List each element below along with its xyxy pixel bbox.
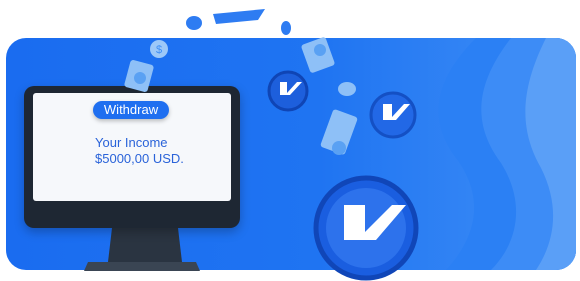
monitor: Withdraw Your Income $5000,00 USD. bbox=[24, 86, 240, 228]
income-value: $5000,00 USD. bbox=[95, 151, 184, 166]
monitor-screen: Withdraw Your Income $5000,00 USD. bbox=[33, 93, 231, 201]
withdraw-button[interactable]: Withdraw bbox=[93, 101, 169, 119]
coin-small-icon bbox=[186, 16, 202, 30]
income-label: Your Income bbox=[95, 135, 168, 150]
bill-ribbon-icon bbox=[213, 9, 265, 24]
coin-small-icon bbox=[281, 21, 291, 35]
